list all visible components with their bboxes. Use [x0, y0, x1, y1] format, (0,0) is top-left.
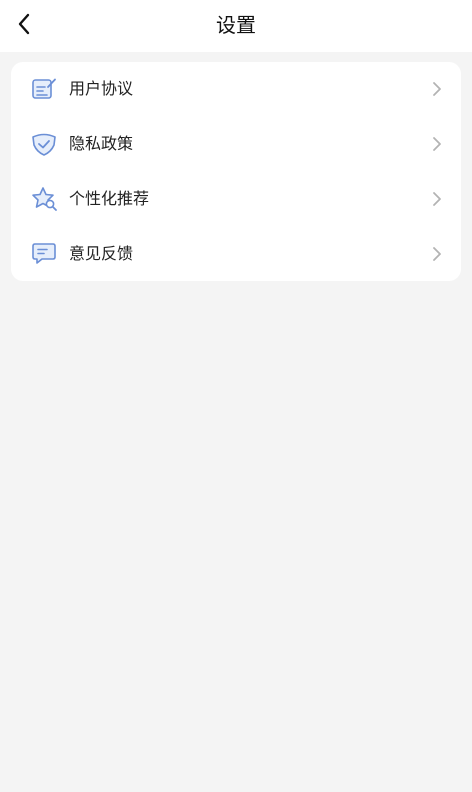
menu-item-label: 意见反馈 — [69, 244, 134, 263]
menu-item-user-agreement[interactable]: 用户协议 — [11, 62, 461, 117]
menu-item-label: 个性化推荐 — [69, 189, 150, 208]
chevron-right-icon — [433, 137, 441, 151]
menu-item-personalized-recommendation[interactable]: 个性化推荐 — [11, 172, 461, 227]
document-edit-icon — [32, 78, 56, 99]
menu-item-label: 隐私政策 — [69, 134, 134, 153]
menu-item-feedback[interactable]: 意见反馈 — [11, 227, 461, 282]
chevron-right-icon — [433, 192, 441, 206]
menu-item-label: 用户协议 — [69, 79, 134, 98]
chevron-right-icon — [433, 82, 441, 96]
shield-check-icon — [32, 133, 56, 156]
message-icon — [32, 243, 56, 264]
header-bar: 设置 — [0, 0, 472, 52]
chevron-right-icon — [433, 247, 441, 261]
settings-menu-card: 用户协议 隐私政策 个性化推荐 意见反馈 — [11, 62, 461, 281]
menu-item-privacy-policy[interactable]: 隐私政策 — [11, 117, 461, 172]
star-search-icon — [32, 187, 57, 211]
page-title: 设置 — [216, 13, 256, 37]
